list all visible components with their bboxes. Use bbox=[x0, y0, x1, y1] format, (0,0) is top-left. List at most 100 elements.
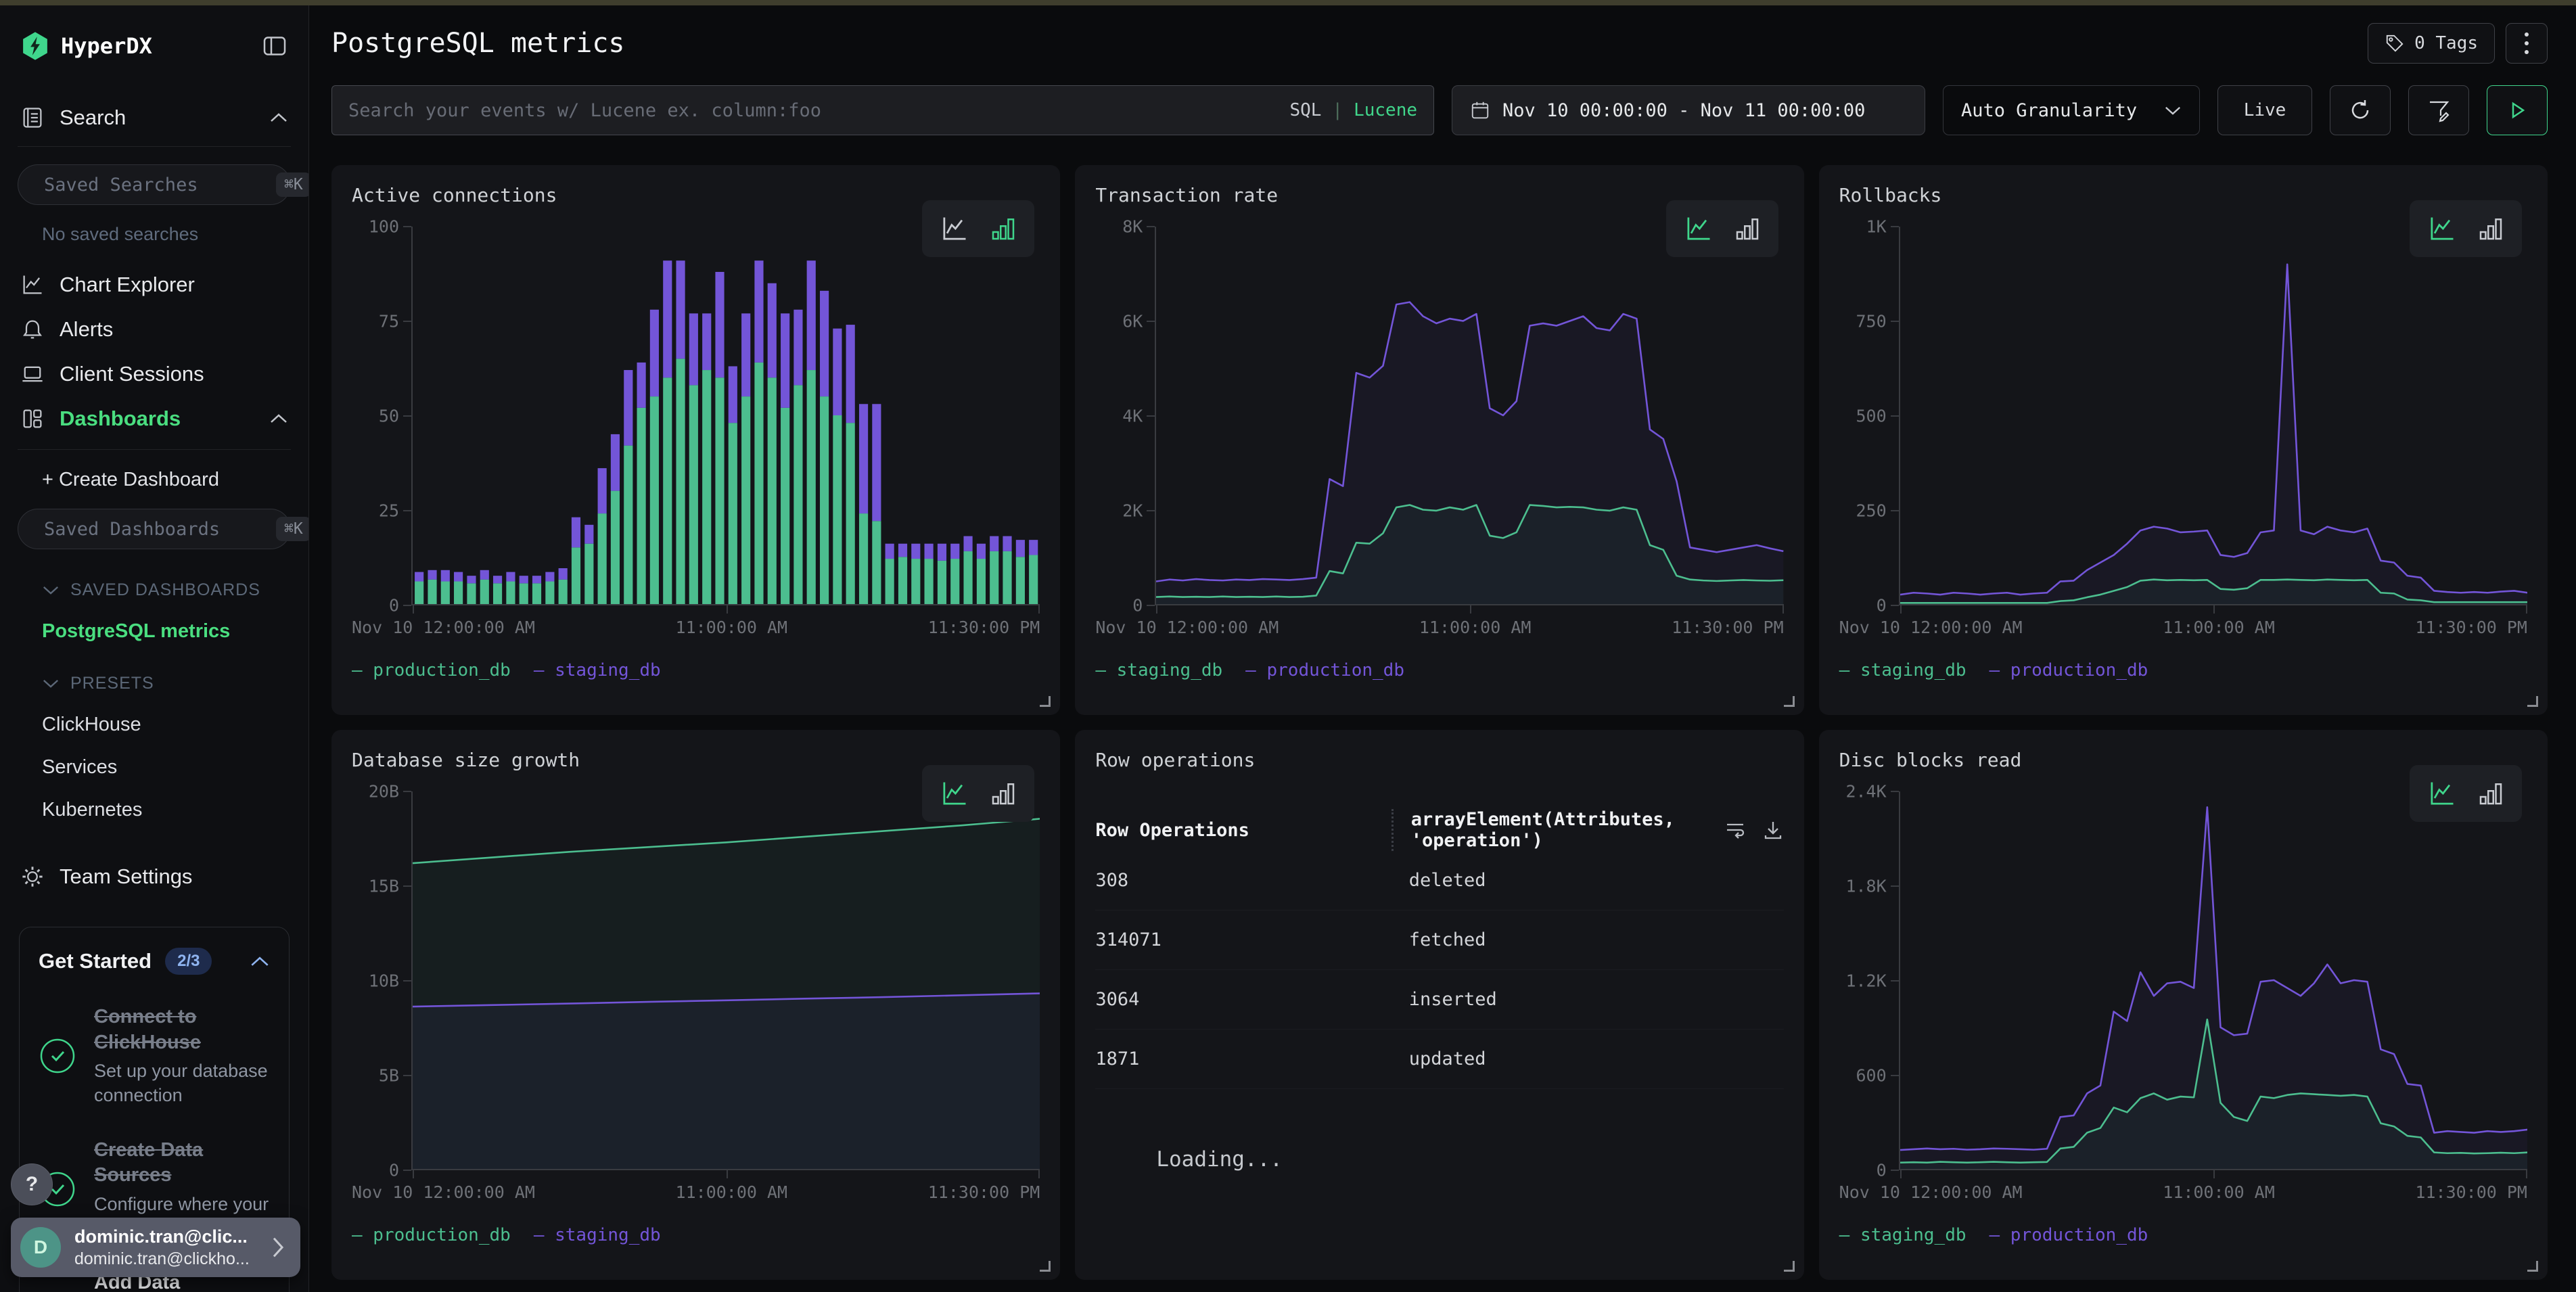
legend-item[interactable]: — staging_db bbox=[1839, 660, 1967, 680]
panel-resize-handle[interactable] bbox=[2527, 1261, 2538, 1272]
bar-chart-toggle-icon[interactable] bbox=[2477, 779, 2504, 808]
table-body: 308deleted314071fetched3064inserted1871u… bbox=[1095, 851, 1783, 1089]
filter-button[interactable] bbox=[2408, 85, 2469, 135]
date-range-picker[interactable]: Nov 10 00:00:00 - Nov 11 00:00:00 bbox=[1452, 85, 1925, 135]
y-axis-label: 50 bbox=[379, 407, 399, 426]
sidebar-item-search[interactable]: Search bbox=[18, 101, 291, 147]
play-icon bbox=[2506, 99, 2529, 122]
y-axis-label: 100 bbox=[369, 217, 399, 237]
sidebar-item-team-settings[interactable]: Team Settings bbox=[20, 864, 291, 889]
shortcut-badge: ⌘K bbox=[276, 172, 309, 197]
granularity-select[interactable]: Auto Granularity bbox=[1943, 85, 2200, 135]
y-axis-label: 2.4K bbox=[1845, 782, 1886, 802]
help-button[interactable]: ? bbox=[11, 1163, 53, 1205]
chart-type-toggle bbox=[2410, 765, 2522, 822]
y-axis-label: 20B bbox=[369, 782, 399, 802]
saved-dashboards-section-header[interactable]: SAVED DASHBOARDS bbox=[42, 580, 291, 600]
chevron-right-icon bbox=[271, 1236, 285, 1259]
line-chart-toggle-icon[interactable] bbox=[940, 779, 969, 808]
sidebar-item-dashboards[interactable]: Dashboards bbox=[18, 396, 291, 441]
y-axis-label: 600 bbox=[1856, 1066, 1887, 1086]
no-saved-searches-text: No saved searches bbox=[42, 224, 291, 245]
panel-resize-handle[interactable] bbox=[2527, 696, 2538, 707]
sidebar-item-postgresql-metrics[interactable]: PostgreSQL metrics bbox=[42, 620, 291, 643]
panel-resize-handle[interactable] bbox=[1040, 696, 1051, 707]
x-axis-labels: Nov 10 12:00:00 AM11:00:00 AM11:30:00 PM bbox=[352, 618, 1040, 637]
sidebar-item-chart-explorer[interactable]: Chart Explorer bbox=[18, 262, 291, 307]
legend-item[interactable]: — production_db bbox=[352, 1225, 511, 1245]
window-top-strip bbox=[0, 0, 2576, 5]
run-query-button[interactable] bbox=[2487, 85, 2548, 135]
tags-button[interactable]: 0 Tags bbox=[2368, 23, 2495, 64]
sql-toggle[interactable]: SQL bbox=[1289, 100, 1321, 120]
table-row[interactable]: 314071fetched bbox=[1095, 910, 1783, 970]
cell-value: 3064 bbox=[1095, 989, 1391, 1010]
live-button[interactable]: Live bbox=[2217, 85, 2312, 135]
download-icon[interactable] bbox=[1762, 819, 1784, 841]
panel-resize-handle[interactable] bbox=[1784, 696, 1795, 707]
saved-dashboards-field[interactable] bbox=[44, 519, 276, 540]
saved-dashboards-input[interactable]: ⌘K bbox=[18, 509, 291, 549]
sidebar-item-clickhouse[interactable]: ClickHouse bbox=[42, 714, 291, 736]
line-chart-toggle-icon[interactable] bbox=[940, 214, 969, 244]
y-axis-label: 15B bbox=[369, 877, 399, 896]
sidebar-item-kubernetes[interactable]: Kubernetes bbox=[42, 799, 291, 821]
bar-chart-toggle-icon[interactable] bbox=[2477, 214, 2504, 244]
lucene-toggle[interactable]: Lucene bbox=[1354, 100, 1417, 120]
x-axis-labels: Nov 10 12:00:00 AM11:00:00 AM11:30:00 PM bbox=[352, 1182, 1040, 1202]
line-chart-toggle-icon[interactable] bbox=[2427, 779, 2457, 808]
step-description: Set up your database connection bbox=[94, 1059, 270, 1107]
legend-item[interactable]: — production_db bbox=[1990, 660, 2148, 680]
sidebar-item-client-sessions[interactable]: Client Sessions bbox=[18, 352, 291, 396]
table-column-header[interactable]: arrayElement(Attributes, 'operation') bbox=[1392, 809, 1712, 851]
user-name: dominic.tran@clic... bbox=[74, 1226, 271, 1247]
legend-item[interactable]: — production_db bbox=[352, 660, 511, 680]
table-header: Row Operations arrayElement(Attributes, … bbox=[1095, 809, 1783, 851]
table-row[interactable]: 3064inserted bbox=[1095, 970, 1783, 1030]
line-chart-toggle-icon[interactable] bbox=[1684, 214, 1714, 244]
legend-item[interactable]: — staging_db bbox=[534, 660, 661, 680]
app-window: HyperDX Search ⌘K No sav bbox=[0, 0, 2576, 1292]
event-search-input[interactable] bbox=[348, 100, 1289, 121]
wrap-text-icon[interactable] bbox=[1724, 819, 1746, 841]
event-search-bar[interactable]: SQL | Lucene bbox=[331, 85, 1434, 135]
bar-chart-toggle-icon[interactable] bbox=[1734, 214, 1761, 244]
table-column-header[interactable]: Row Operations bbox=[1095, 820, 1391, 841]
legend-item[interactable]: — staging_db bbox=[534, 1225, 661, 1245]
presets-section-header[interactable]: PRESETS bbox=[42, 674, 291, 693]
language-divider: | bbox=[1332, 100, 1343, 120]
legend-item[interactable]: — production_db bbox=[1990, 1225, 2148, 1245]
saved-searches-field[interactable] bbox=[44, 175, 276, 195]
calendar-icon bbox=[1470, 100, 1490, 120]
chart-type-toggle bbox=[922, 765, 1034, 822]
refresh-button[interactable] bbox=[2330, 85, 2391, 135]
sidebar-item-services[interactable]: Services bbox=[42, 756, 291, 779]
tag-icon bbox=[2385, 33, 2405, 53]
legend-item[interactable]: — staging_db bbox=[1839, 1225, 1967, 1245]
legend-item[interactable]: — production_db bbox=[1245, 660, 1404, 680]
panel-resize-handle[interactable] bbox=[1784, 1261, 1795, 1272]
saved-searches-input[interactable]: ⌘K bbox=[18, 164, 291, 205]
get-started-step-connect[interactable]: Connect to ClickHouse Set up your databa… bbox=[39, 1005, 270, 1108]
table-row[interactable]: 1871updated bbox=[1095, 1030, 1783, 1089]
legend-item[interactable]: — staging_db bbox=[1095, 660, 1222, 680]
sidebar-item-alerts[interactable]: Alerts bbox=[18, 307, 291, 352]
bar-chart-toggle-icon[interactable] bbox=[990, 779, 1017, 808]
table-row[interactable]: 308deleted bbox=[1095, 851, 1783, 910]
create-dashboard-button[interactable]: + Create Dashboard bbox=[42, 469, 291, 491]
y-axis-label: 6K bbox=[1122, 312, 1143, 331]
avatar: D bbox=[20, 1227, 61, 1268]
y-axis-label: 1K bbox=[1866, 217, 1887, 237]
y-axis: 1K7505002500 bbox=[1839, 227, 1899, 605]
y-axis-label: 1.2K bbox=[1845, 971, 1886, 991]
chevron-up-icon[interactable] bbox=[250, 956, 270, 967]
panel-resize-handle[interactable] bbox=[1040, 1261, 1051, 1272]
bar-chart-toggle-icon[interactable] bbox=[990, 214, 1017, 244]
collapse-sidebar-icon[interactable] bbox=[261, 32, 288, 60]
cell-operation: fetched bbox=[1392, 929, 1784, 950]
more-options-button[interactable] bbox=[2506, 23, 2548, 64]
y-axis: 20B15B10B5B0 bbox=[352, 791, 411, 1170]
user-account-button[interactable]: D dominic.tran@clic... dominic.tran@clic… bbox=[11, 1218, 300, 1277]
line-chart-toggle-icon[interactable] bbox=[2427, 214, 2457, 244]
y-axis-label: 500 bbox=[1856, 407, 1887, 426]
